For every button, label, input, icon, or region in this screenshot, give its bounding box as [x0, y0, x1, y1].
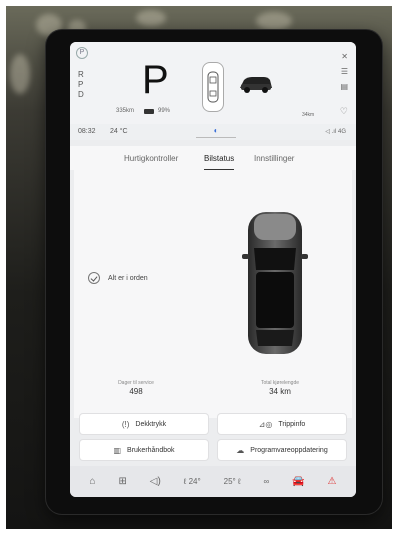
battery-percent: 99% [158, 108, 171, 114]
climate-left[interactable]: ℓ 24° [184, 477, 201, 486]
current-gear: P [142, 58, 169, 102]
climate-right[interactable]: 25° ℓ [224, 477, 241, 486]
trip-icon: ⊿◎ [258, 419, 273, 429]
user-manual-button[interactable]: ▥ Brukerhåndbok [80, 440, 208, 460]
info-bar: 08:32 24 °C ◐ ◁ .ıl 4G [70, 124, 356, 140]
tyre-warning-icon[interactable]: ♡ [340, 106, 348, 117]
mileage-value: 34 km [269, 387, 291, 396]
car-side-icon [240, 77, 272, 93]
auto-light-icon[interactable]: ▤ [340, 82, 348, 91]
manual-icon: ▥ [113, 445, 122, 455]
parking-indicator-icon: P [76, 47, 88, 59]
temp-right: 25° [223, 477, 236, 486]
temp-left: 24° [188, 477, 201, 486]
bokeh-light [256, 12, 292, 30]
trip-info-label: Trippinfo [278, 420, 306, 428]
car-doors-button[interactable] [202, 62, 224, 112]
outside-temp: 24 °C [110, 128, 128, 135]
car-side-view [238, 72, 274, 94]
tab-bar: Hurtigkontroller Bilstatus Innstillinger [70, 146, 356, 170]
software-update-button[interactable]: ☁ Programvareoppdatering [218, 440, 346, 460]
tyre-pressure-button[interactable]: (!) Dekktrykk [80, 414, 208, 434]
tab-car-status[interactable]: Bilstatus [204, 154, 234, 163]
mileage-stat: Total kjørelengde 34 km [240, 380, 320, 396]
status-icons: ✕ ☰ ▤ [340, 52, 348, 91]
home-icon[interactable]: ⌂ [89, 476, 95, 487]
user-manual-label: Brukerhåndbok [127, 446, 175, 454]
gear-selector: R P D [78, 70, 84, 100]
bokeh-light [10, 54, 30, 94]
status-ok-row: Alt er i orden [88, 272, 148, 284]
tab-quick-controls[interactable]: Hurtigkontroller [124, 154, 178, 163]
car-icon[interactable]: 🚘 [292, 476, 304, 487]
clock: 08:32 [78, 128, 96, 135]
car-top-view-image [242, 212, 308, 354]
bottom-dock: ⌂ ⊞ ◁) ℓ 24° 25° ℓ ∞ 🚘 ⚠ [70, 466, 356, 497]
fan-mode-icon[interactable]: ∞ [264, 477, 270, 486]
fan-icon[interactable]: ✕ [341, 52, 348, 61]
check-icon [88, 272, 100, 284]
apps-grid-icon[interactable]: ⊞ [118, 476, 126, 487]
network-type: 4G [337, 129, 346, 135]
service-label: Dager til service [118, 380, 154, 386]
tyre-pressure-label: Dekktrykk [135, 420, 167, 428]
gear-d: D [78, 90, 84, 99]
trip-info-button[interactable]: ⊿◎ Trippinfo [218, 414, 346, 434]
volume-icon[interactable]: ◁) [150, 476, 161, 487]
software-update-label: Programvareoppdatering [250, 446, 328, 454]
gear-p: P [78, 80, 84, 89]
assistant-icon[interactable]: ◐ [214, 126, 219, 135]
infotainment-screen: P R P D P 335km 99% ✕ ☰ ▤ 34km ♡ 08:32 2… [70, 42, 356, 497]
seat-right-icon: ℓ [237, 477, 241, 486]
battery-icon [144, 109, 154, 114]
tyre-pressure-icon: (!) [121, 419, 130, 429]
status-area: P R P D P 335km 99% ✕ ☰ ▤ 34km ♡ [70, 42, 356, 124]
tab-settings[interactable]: Innstillinger [254, 154, 294, 163]
status-ok-text: Alt er i orden [108, 274, 148, 282]
car-status-panel: Alt er i orden Dager til service 498 Tot… [74, 170, 352, 418]
range-right-text: 34km [302, 112, 315, 118]
car-top-icon [207, 71, 219, 103]
cloud-icon: ☁ [236, 445, 245, 455]
wifi-icon: ◁ .ıl [325, 129, 338, 135]
bokeh-light [136, 10, 166, 26]
signal-status: ◁ .ıl 4G [325, 128, 346, 135]
seat-left-icon: ℓ [183, 477, 187, 486]
hazard-icon[interactable]: ⚠ [328, 476, 337, 487]
range-text: 335km [116, 108, 135, 114]
mileage-label: Total kjørelengde [260, 380, 300, 386]
gear-r: R [78, 70, 84, 79]
drag-handle[interactable]: ◐ [196, 126, 236, 138]
headlight-icon[interactable]: ☰ [341, 67, 348, 76]
service-stat: Dager til service 498 [96, 380, 176, 396]
service-value: 498 [129, 387, 143, 396]
